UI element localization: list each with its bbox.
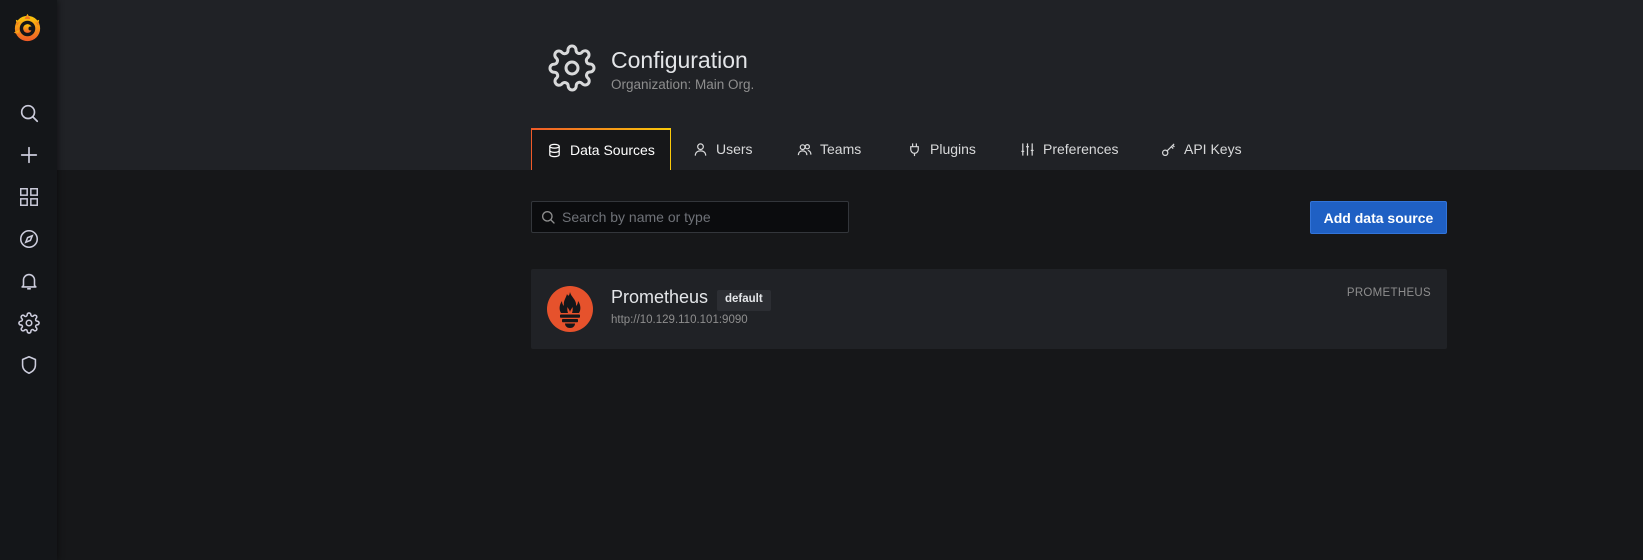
plug-icon (910, 142, 919, 156)
tab-data-sources[interactable]: Data Sources (531, 128, 671, 170)
tab-label: Preferences (1043, 141, 1119, 157)
search-input[interactable] (562, 209, 842, 225)
compass-icon[interactable] (17, 227, 41, 251)
tab-plugins[interactable]: Plugins (907, 128, 976, 170)
datasource-type: PROMETHEUS (1346, 287, 1431, 299)
tab-label: Teams (820, 141, 862, 157)
add-data-source-button[interactable]: Add data source (1310, 201, 1447, 234)
side-menu (0, 0, 57, 560)
gear-icon[interactable] (17, 311, 41, 335)
tab-users[interactable]: Users (693, 128, 753, 170)
search-icon (542, 211, 555, 224)
database-icon (549, 143, 560, 157)
users-icon (797, 143, 812, 155)
sliders-icon (1021, 142, 1034, 156)
bell-icon[interactable] (17, 269, 41, 293)
datasource-card[interactable]: Prometheus default http://10.129.110.101… (531, 269, 1447, 349)
tab-api-keys[interactable]: API Keys (1161, 128, 1242, 170)
datasource-name: Prometheus (611, 287, 709, 307)
user-icon (694, 142, 707, 156)
tab-preferences[interactable]: Preferences (1020, 128, 1118, 170)
page-title: Configuration (611, 47, 748, 73)
page-subtitle: Organization: Main Org. (611, 77, 755, 92)
search-field[interactable] (531, 201, 849, 233)
grafana-logo[interactable] (10, 10, 45, 45)
plus-icon[interactable] (17, 143, 41, 167)
tab-teams[interactable]: Teams (797, 128, 861, 170)
tab-label: Plugins (930, 141, 976, 157)
datasource-url: http://10.129.110.101:9090 (611, 314, 748, 326)
tab-label: Users (716, 141, 753, 157)
tab-label: API Keys (1184, 141, 1242, 157)
prometheus-logo (546, 285, 594, 333)
gear-icon (548, 44, 596, 92)
shield-icon[interactable] (17, 353, 41, 377)
search-icon[interactable] (17, 101, 41, 125)
key-icon (1161, 142, 1175, 156)
default-badge: default (717, 290, 771, 311)
dashboards-grid-icon[interactable] (17, 185, 41, 209)
tab-label: Data Sources (570, 142, 655, 158)
